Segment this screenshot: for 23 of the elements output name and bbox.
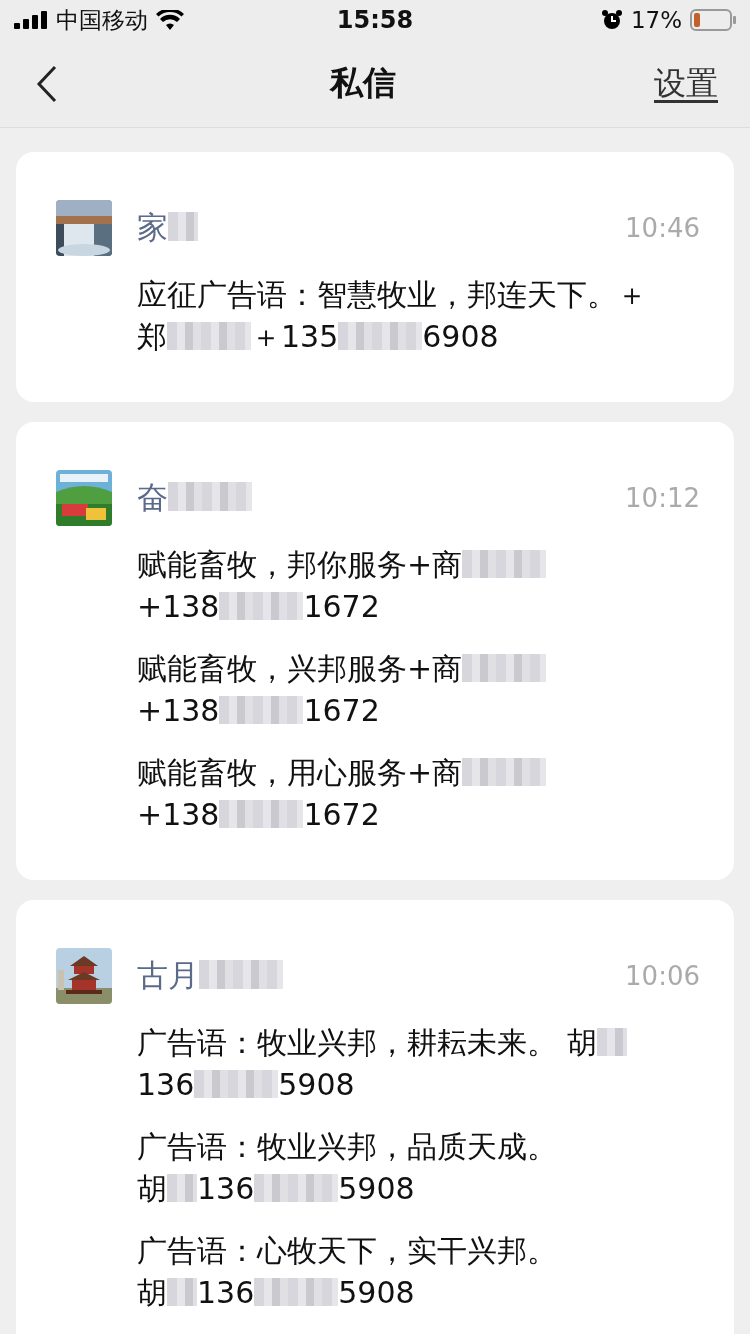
- message-text: 赋能畜牧，邦你服务+商 +138 1672: [137, 544, 700, 628]
- wifi-icon: [156, 10, 184, 30]
- alarm-clock-icon: [600, 9, 623, 31]
- message-text: 赋能畜牧，用心服务+商 +138 1672: [137, 752, 700, 836]
- signal-icon: [14, 11, 48, 29]
- message-text: 广告语：牧业兴邦，品质天成。 胡 136 5908: [137, 1128, 558, 1208]
- carrier-name: 中国移动: [56, 5, 148, 35]
- back-chevron-icon: [36, 64, 58, 103]
- message-text: 赋能畜牧，兴邦服务+商 +138 1672: [137, 648, 700, 732]
- message-text: 广告语：心牧天下，实干兴邦。 胡 136 5908: [137, 1232, 558, 1312]
- clock-time: 15:58: [336, 6, 414, 34]
- battery-percent: 17%: [630, 7, 682, 33]
- message-text: 应征广告语：智慧牧业，邦连天下。＋ 郑 ＋135 6908: [137, 276, 648, 356]
- battery-icon: [690, 9, 736, 31]
- message-text: 广告语：牧业兴邦，耕耘未来。 胡 136 5908: [137, 1022, 700, 1106]
- settings-link[interactable]: 设置: [654, 61, 718, 106]
- sender-name[interactable]: 奋: [137, 477, 601, 519]
- page-title: 私信: [328, 62, 397, 104]
- message-time: 10:46: [625, 213, 700, 243]
- sender-name[interactable]: 家: [137, 207, 601, 249]
- message-time: 10:12: [625, 483, 700, 513]
- sender-name[interactable]: 古月: [137, 955, 601, 997]
- message-time: 10:06: [625, 961, 700, 991]
